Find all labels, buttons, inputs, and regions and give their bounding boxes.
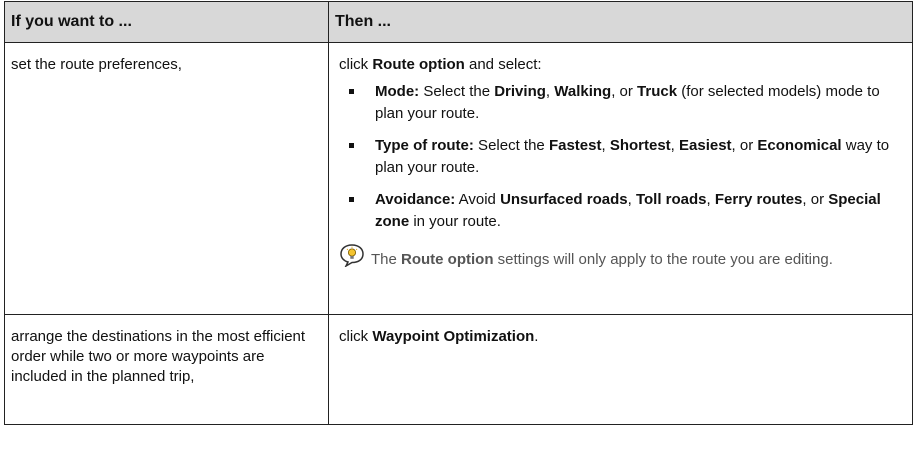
route-option-intro: click Route option and select: [339, 56, 542, 73]
table-row: set the route preferences, click Route o… [4, 42, 913, 315]
route-options-list: Mode: Select the Driving, Walking, or Tr… [339, 81, 904, 233]
row-result-waypoint-optimization: click Waypoint Optimization. [328, 314, 913, 425]
bullet-icon [349, 143, 354, 148]
row-result-route-preferences: click Route option and select: Mode: Sel… [328, 42, 913, 315]
row-action-route-preferences: set the route preferences, [4, 42, 329, 315]
tip-note: The Route option settings will only appl… [339, 243, 904, 270]
list-item-type-of-route: Type of route: Select the Fastest, Short… [339, 135, 904, 179]
waypoint-optimization-term: Waypoint Optimization [372, 328, 535, 345]
bullet-icon [349, 197, 354, 202]
route-option-term: Route option [372, 56, 465, 73]
bullet-icon [349, 89, 354, 94]
list-item-mode: Mode: Select the Driving, Walking, or Tr… [339, 81, 904, 125]
instructions-table: If you want to ... Then ... set the rout… [4, 1, 913, 425]
header-then: Then ... [328, 1, 913, 43]
header-if-you-want-to: If you want to ... [4, 1, 329, 43]
row-action-arrange-destinations: arrange the destinations in the most eff… [4, 314, 329, 425]
table-row: arrange the destinations in the most eff… [4, 314, 913, 425]
lightbulb-tip-icon [339, 243, 365, 268]
header-row: If you want to ... Then ... [4, 1, 913, 43]
list-item-avoidance: Avoidance: Avoid Unsurfaced roads, Toll … [339, 189, 904, 233]
